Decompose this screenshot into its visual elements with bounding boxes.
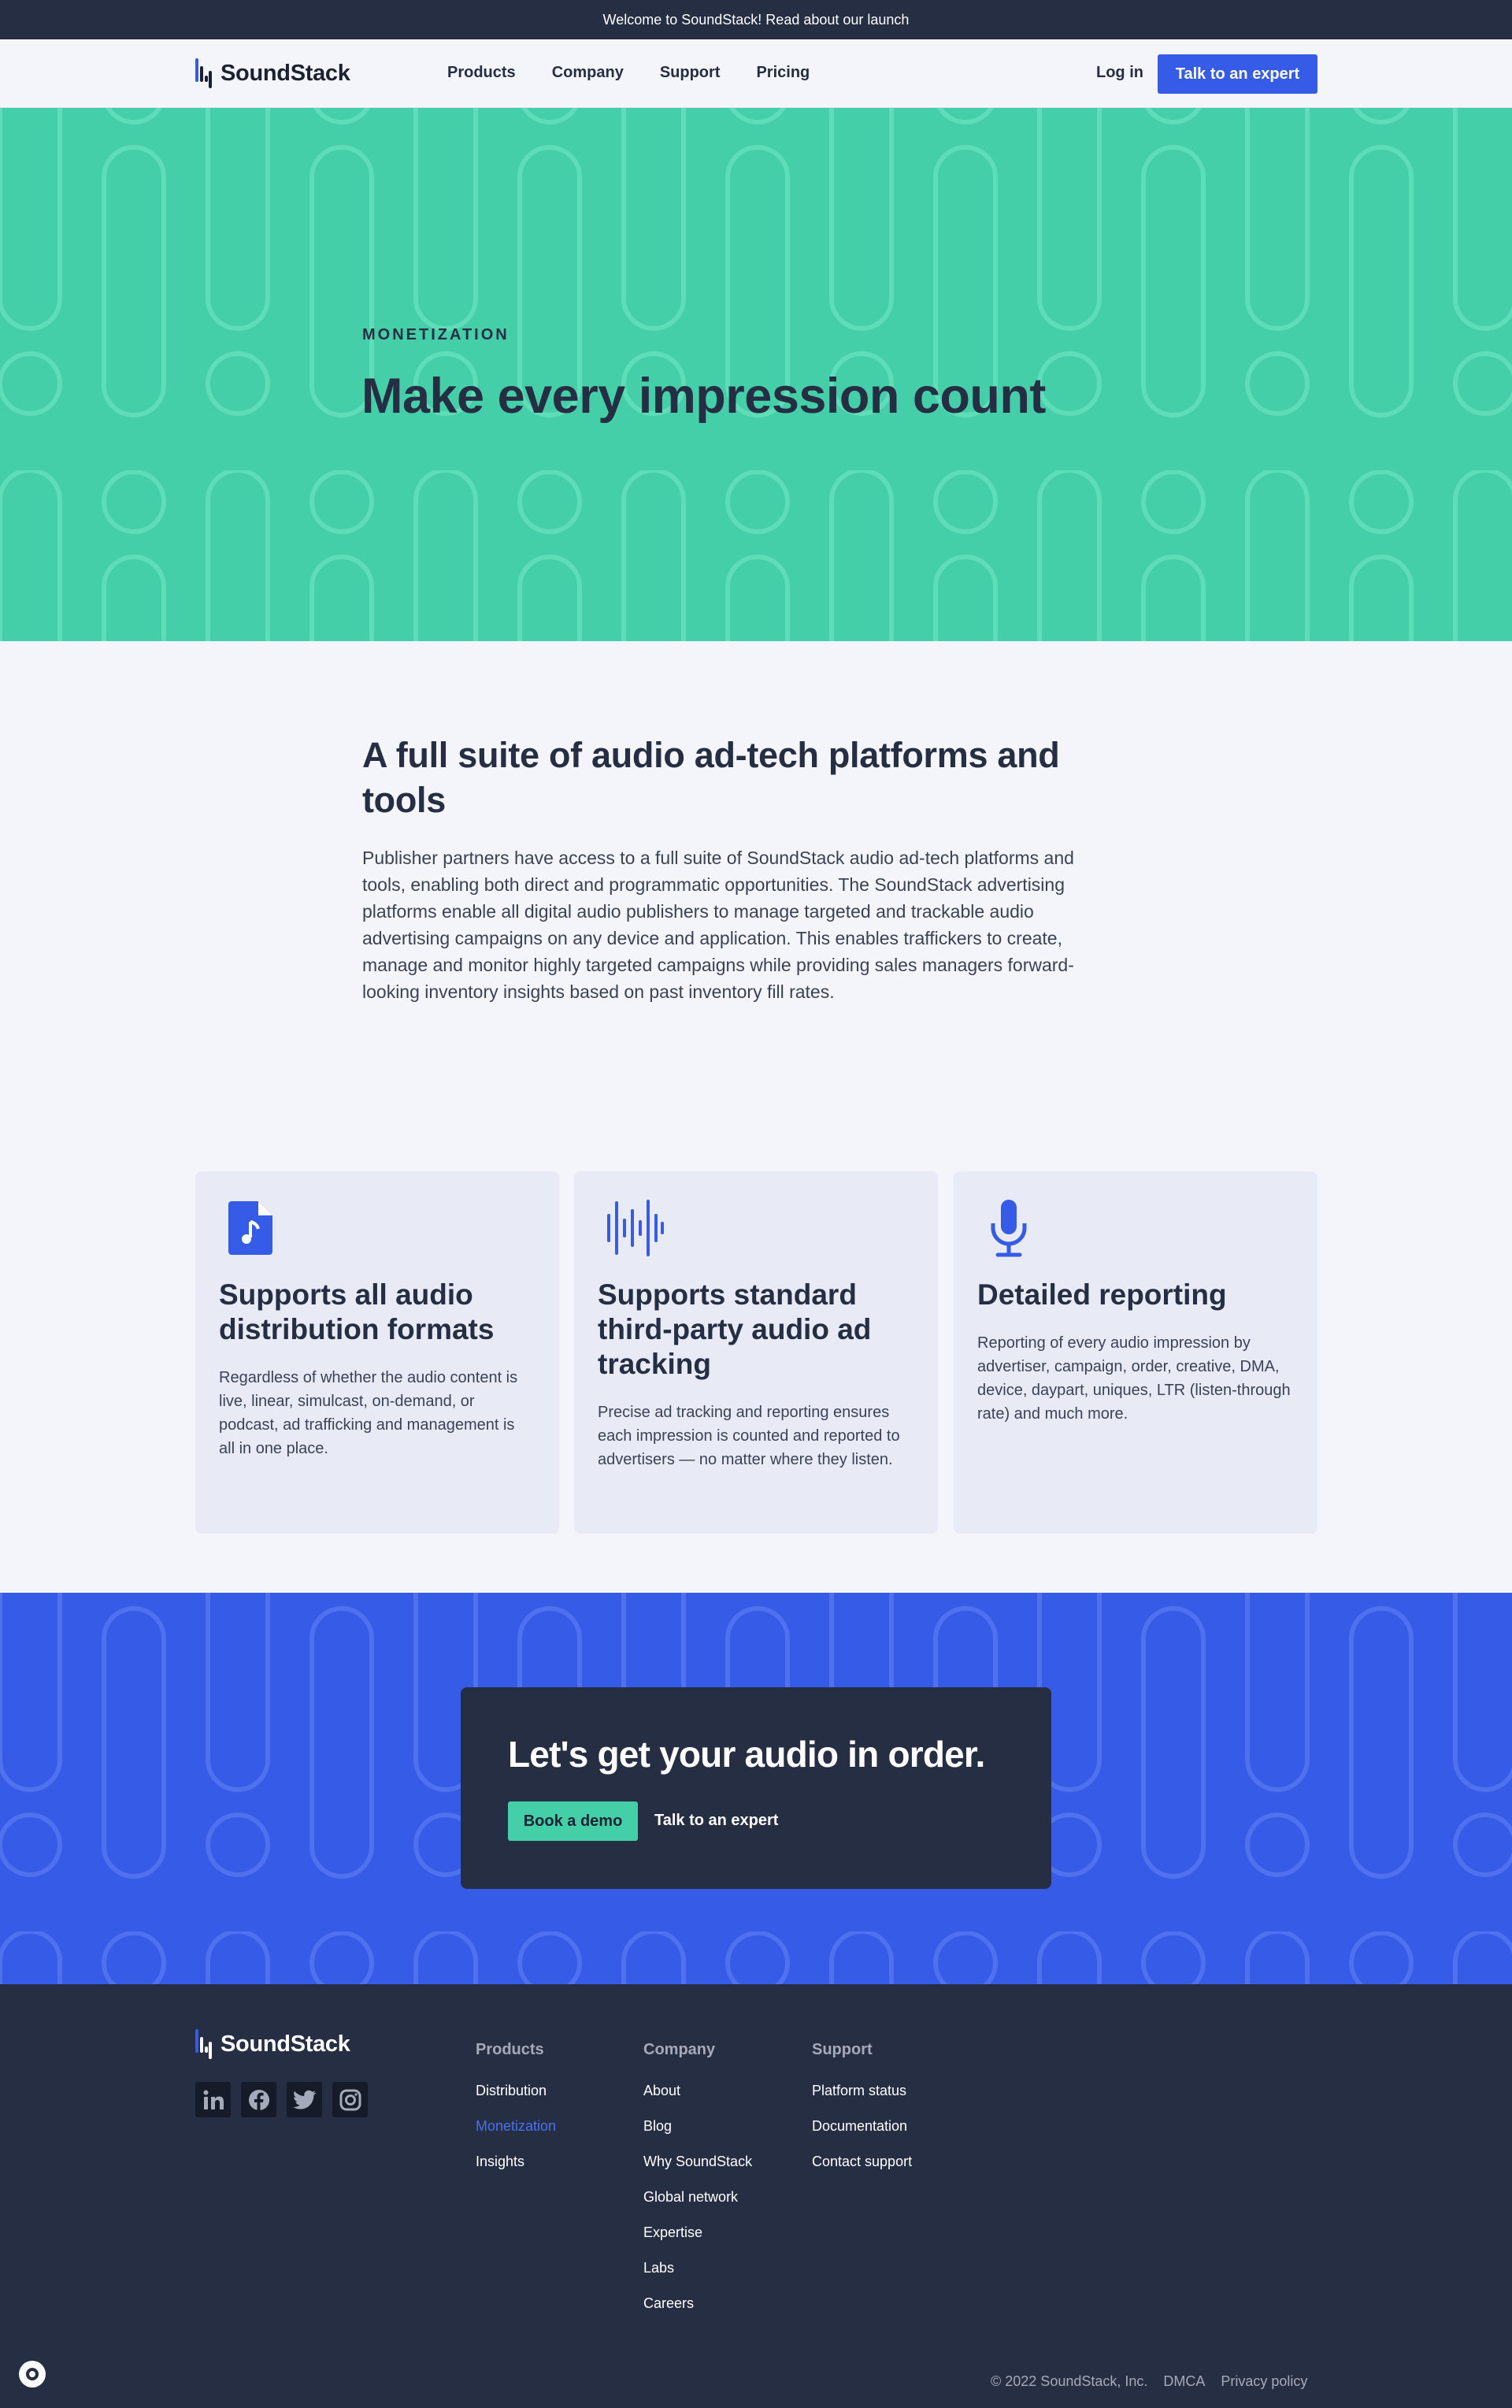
audio-waveform-icon bbox=[607, 1200, 664, 1256]
social-links bbox=[195, 2082, 368, 2117]
cta-card: Let's get your audio in order. Book a de… bbox=[461, 1687, 1051, 1889]
footer-link-why-soundstack[interactable]: Why SoundStack bbox=[643, 2154, 752, 2189]
footer-link-contact-support[interactable]: Contact support bbox=[812, 2154, 912, 2189]
footer-link-documentation[interactable]: Documentation bbox=[812, 2118, 912, 2154]
microphone-icon bbox=[991, 1200, 1027, 1257]
footer-company-heading: Company bbox=[643, 2041, 716, 2058]
footer-products-column: Products Distribution Monetization Insig… bbox=[476, 2041, 556, 2189]
feature-title: Detailed reporting bbox=[977, 1278, 1227, 1311]
soundstack-logo-icon bbox=[195, 58, 213, 88]
primary-nav: Products Company Support Pricing bbox=[447, 64, 810, 82]
footer-link-expertise[interactable]: Expertise bbox=[643, 2224, 752, 2260]
hero-title: Make every impression count bbox=[361, 369, 1046, 424]
footer-support-column: Support Platform status Documentation Co… bbox=[812, 2041, 912, 2189]
twitter-icon[interactable] bbox=[287, 2082, 322, 2117]
feature-card-tracking: Supports standard third-party audio ad t… bbox=[574, 1171, 938, 1534]
feature-text: Regardless of whether the audio content … bbox=[219, 1369, 518, 1457]
footer-logo[interactable]: SoundStack bbox=[195, 2029, 350, 2059]
intro-text: Publisher partners have access to a full… bbox=[362, 848, 1074, 1002]
soundstack-logo-icon bbox=[195, 2029, 213, 2059]
talk-to-expert-button[interactable]: Talk to an expert bbox=[1158, 54, 1317, 94]
feature-text: Precise ad tracking and reporting ensure… bbox=[598, 1404, 900, 1468]
footer-link-monetization[interactable]: Monetization bbox=[476, 2118, 556, 2154]
feature-title: Supports standard third-party audio ad t… bbox=[598, 1278, 872, 1380]
footer-link-distribution[interactable]: Distribution bbox=[476, 2083, 556, 2118]
hero-eyebrow: MONETIZATION bbox=[362, 326, 510, 343]
site-header: SoundStack Products Company Support Pric… bbox=[0, 39, 1512, 108]
cta-talk-to-expert-link[interactable]: Talk to an expert bbox=[654, 1812, 778, 1830]
privacy-policy-link[interactable]: Privacy policy bbox=[1221, 2373, 1307, 2390]
announcement-text[interactable]: Welcome to SoundStack! Read about our la… bbox=[603, 12, 910, 28]
footer-support-heading: Support bbox=[812, 2041, 873, 2058]
feature-card-reporting: Detailed reporting Reporting of every au… bbox=[954, 1171, 1317, 1534]
footer-company-column: Company About Blog Why SoundStack Global… bbox=[643, 2041, 752, 2331]
footer-link-about[interactable]: About bbox=[643, 2083, 752, 2118]
nav-support[interactable]: Support bbox=[660, 64, 721, 82]
brand-name: SoundStack bbox=[220, 2031, 350, 2057]
linkedin-icon[interactable] bbox=[195, 2082, 231, 2117]
copyright-text: © 2022 SoundStack, Inc. bbox=[991, 2373, 1148, 2389]
feature-text: Reporting of every audio impression by a… bbox=[977, 1334, 1291, 1423]
audio-file-icon bbox=[228, 1201, 272, 1255]
footer-link-labs[interactable]: Labs bbox=[643, 2260, 752, 2295]
nav-pricing[interactable]: Pricing bbox=[756, 64, 810, 82]
login-link[interactable]: Log in bbox=[1096, 64, 1143, 82]
footer-legal: © 2022 SoundStack, Inc. DMCA Privacy pol… bbox=[991, 2373, 1307, 2390]
dmca-link[interactable]: DMCA bbox=[1163, 2373, 1205, 2390]
instagram-icon[interactable] bbox=[332, 2082, 368, 2117]
hero-section: MONETIZATION Make every impression count bbox=[0, 108, 1512, 641]
feature-title: Supports all audio distribution formats bbox=[219, 1278, 495, 1345]
nav-company[interactable]: Company bbox=[552, 64, 624, 82]
chat-widget-icon bbox=[26, 2368, 39, 2380]
footer-link-platform-status[interactable]: Platform status bbox=[812, 2083, 912, 2118]
feature-card-formats: Supports all audio distribution formats … bbox=[195, 1171, 559, 1534]
book-demo-button[interactable]: Book a demo bbox=[508, 1801, 638, 1841]
footer-products-heading: Products bbox=[476, 2041, 544, 2058]
cta-section: Let's get your audio in order. Book a de… bbox=[0, 1593, 1512, 1984]
chat-widget-button[interactable] bbox=[19, 2361, 46, 2388]
site-footer: SoundStack Products Distribution Monetiz… bbox=[0, 1984, 1512, 2408]
announcement-bar[interactable]: Welcome to SoundStack! Read about our la… bbox=[0, 0, 1512, 39]
footer-link-global-network[interactable]: Global network bbox=[643, 2189, 752, 2224]
footer-link-careers[interactable]: Careers bbox=[643, 2295, 752, 2331]
facebook-icon[interactable] bbox=[241, 2082, 276, 2117]
intro-title: A full suite of audio ad-tech platforms … bbox=[362, 735, 1060, 820]
footer-link-blog[interactable]: Blog bbox=[643, 2118, 752, 2154]
header-logo[interactable]: SoundStack bbox=[195, 58, 350, 88]
footer-link-insights[interactable]: Insights bbox=[476, 2154, 556, 2189]
nav-products[interactable]: Products bbox=[447, 64, 516, 82]
cta-title: Let's get your audio in order. bbox=[508, 1734, 985, 1775]
brand-name: SoundStack bbox=[220, 60, 350, 86]
